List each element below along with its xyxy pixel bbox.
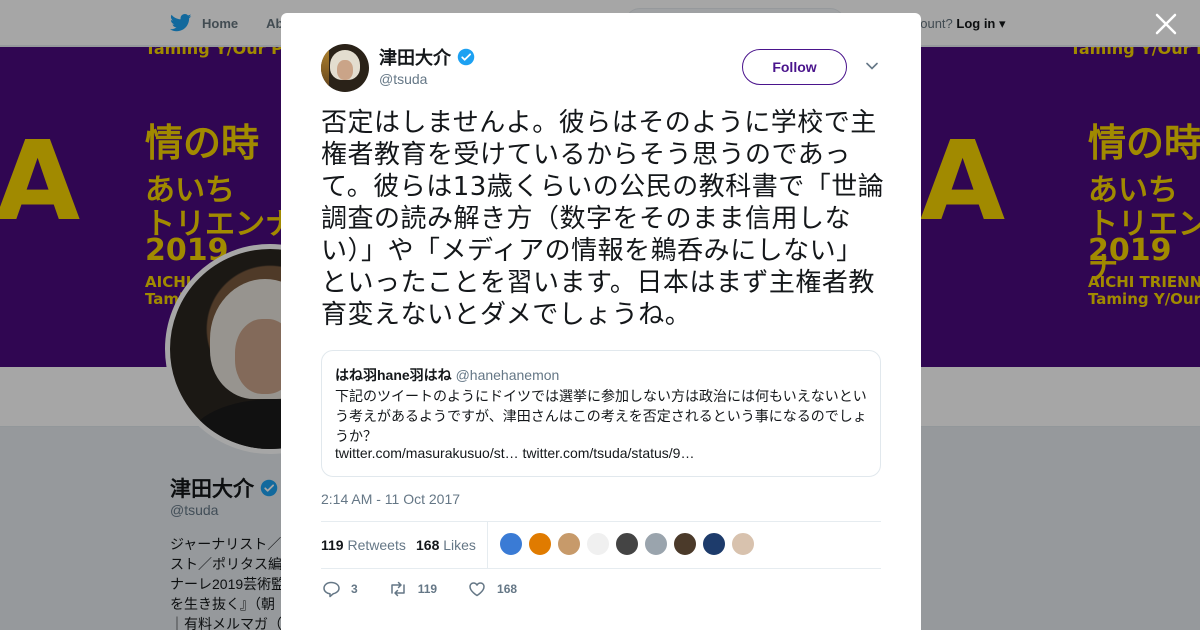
tweet-author-name[interactable]: 津田大介 <box>379 44 451 70</box>
close-icon[interactable] <box>1153 11 1179 37</box>
reply-button[interactable]: 3 <box>321 579 358 599</box>
retweet-count: 119 <box>417 582 438 596</box>
chevron-down-icon[interactable] <box>866 62 878 70</box>
liker-avatar[interactable] <box>702 532 726 556</box>
tweet-author-name-row[interactable]: 津田大介 <box>379 44 475 70</box>
liker-avatar[interactable] <box>557 532 581 556</box>
liker-avatar[interactable] <box>615 532 639 556</box>
likes-stat[interactable]: 168 Likes <box>416 537 476 553</box>
tweet-author-avatar[interactable] <box>321 44 369 92</box>
liker-avatar[interactable] <box>673 532 697 556</box>
like-button[interactable]: 168 <box>467 579 517 599</box>
tweet-text: 否定はしませんよ。彼らはそのように学校で主権者教育を受けているからそう思うのであ… <box>321 108 885 330</box>
liker-avatar[interactable] <box>528 532 552 556</box>
like-count: 168 <box>497 582 518 596</box>
reply-icon <box>323 581 340 598</box>
quoted-tweet-text: 下記のツイートのようにドイツでは選挙に参加しない方は政治には何もいえないという考… <box>335 388 867 444</box>
tweet-actions: 3 119 168 <box>321 579 547 599</box>
retweets-stat[interactable]: 119 Retweets <box>321 537 406 553</box>
tweet-stats: 119 Retweets 168 Likes <box>321 521 881 569</box>
likes-label: Likes <box>443 537 476 553</box>
quoted-tweet-links[interactable]: twitter.com/masurakusuo/st… twitter.com/… <box>335 445 694 461</box>
quoted-tweet-header: はね羽hane羽はね @hanehanemon <box>335 365 559 385</box>
liker-avatars <box>499 532 755 556</box>
retweet-icon <box>390 581 405 597</box>
retweets-count: 119 <box>321 537 344 553</box>
follow-button[interactable]: Follow <box>742 49 847 85</box>
verified-badge-icon <box>457 48 475 66</box>
liker-avatar[interactable] <box>586 532 610 556</box>
quoted-tweet-author-handle: @hanehanemon <box>455 367 560 383</box>
liker-avatar[interactable] <box>731 532 755 556</box>
tweet-timestamp[interactable]: 2:14 AM - 11 Oct 2017 <box>321 491 460 507</box>
quoted-tweet[interactable]: はね羽hane羽はね @hanehanemon 下記のツイートのようにドイツでは… <box>321 350 881 477</box>
retweets-label: Retweets <box>347 537 406 553</box>
liker-avatar[interactable] <box>644 532 668 556</box>
heart-icon <box>469 582 485 597</box>
retweet-button[interactable]: 119 <box>388 579 437 599</box>
likes-count: 168 <box>416 537 440 553</box>
reply-count: 3 <box>351 582 358 596</box>
stats-divider <box>487 522 488 569</box>
liker-avatar[interactable] <box>499 532 523 556</box>
quoted-tweet-author-name: はね羽hane羽はね <box>335 367 452 383</box>
tweet-modal: 津田大介 @tsuda Follow 否定はしませんよ。彼らはそのように学校で主… <box>281 13 921 630</box>
tweet-author-handle[interactable]: @tsuda <box>379 71 427 87</box>
